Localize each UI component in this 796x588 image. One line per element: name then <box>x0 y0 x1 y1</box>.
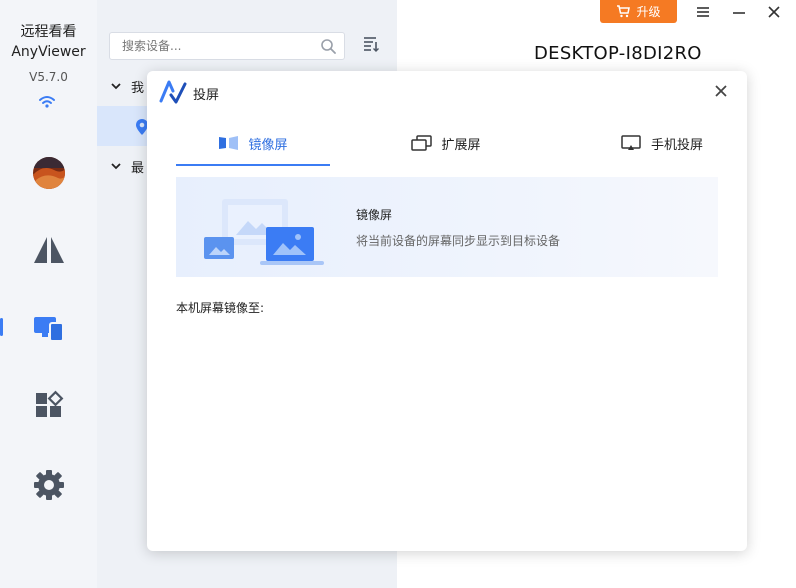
chevron-down-icon <box>111 83 121 90</box>
nav-settings[interactable] <box>0 459 97 511</box>
mirror-screen-icon <box>219 136 239 150</box>
avatar <box>32 157 65 189</box>
nav-connect[interactable] <box>0 224 97 276</box>
tab-phone-cast[interactable]: 手机投屏 <box>587 121 737 165</box>
sort-icon[interactable] <box>363 36 379 52</box>
tab-label: 手机投屏 <box>650 137 703 153</box>
upgrade-button[interactable]: 升级 <box>600 0 677 23</box>
minimize-icon <box>733 12 745 14</box>
upgrade-label: 升级 <box>636 5 661 19</box>
wifi-icon <box>39 96 55 108</box>
anyviewer-logo-icon <box>159 80 187 104</box>
chevron-down-icon <box>111 163 121 170</box>
hamburger-icon <box>697 7 709 17</box>
banner-title: 镜像屏 <box>356 208 393 222</box>
devices-icon <box>33 317 64 342</box>
mirror-target-label: 本机屏幕镜像至: <box>176 301 265 315</box>
screen-cast-dialog: 投屏 镜像屏 扩展屏 手机投屏 镜像屏 将当前设备的屏幕同步显示到目标设备 本机… <box>147 71 747 551</box>
nav-apps[interactable] <box>0 380 97 432</box>
app-name-cn: 远程看看 <box>20 24 77 40</box>
search-input[interactable] <box>120 38 314 54</box>
app-name: 远程看看 AnyViewer <box>0 22 97 62</box>
tab-label: 镜像屏 <box>248 137 288 153</box>
tab-mirror-screen[interactable]: 镜像屏 <box>176 121 330 165</box>
gear-icon <box>33 470 64 500</box>
mirror-illustration <box>204 199 324 265</box>
menu-button[interactable] <box>693 2 713 22</box>
minimize-button[interactable] <box>729 2 749 22</box>
cart-icon <box>617 5 631 18</box>
banner-description: 将当前设备的屏幕同步显示到目标设备 <box>356 234 561 248</box>
mirror-info-banner: 镜像屏 将当前设备的屏幕同步显示到目标设备 <box>176 177 718 277</box>
extend-screen-icon <box>411 135 433 151</box>
close-icon <box>768 6 780 18</box>
search-icon[interactable] <box>320 38 336 54</box>
dialog-title: 投屏 <box>193 88 220 103</box>
close-window-button[interactable] <box>764 2 784 22</box>
connect-icon <box>33 237 64 263</box>
tab-extend-screen[interactable]: 扩展屏 <box>381 121 511 165</box>
app-version: V5.7.0 <box>29 70 68 84</box>
search-box[interactable] <box>109 32 345 60</box>
close-icon[interactable] <box>713 83 729 99</box>
tab-label: 扩展屏 <box>441 137 481 153</box>
apps-icon <box>35 390 63 417</box>
device-name-title: DESKTOP-I8DI2RO <box>534 43 702 64</box>
active-tab-underline <box>176 164 330 166</box>
nav-avatar[interactable] <box>0 147 97 199</box>
nav-devices[interactable] <box>0 302 97 354</box>
phone-cast-icon <box>621 135 641 150</box>
app-name-en: AnyViewer <box>11 44 86 60</box>
group-label: 我 <box>131 80 145 96</box>
app-sidebar: 远程看看 AnyViewer V5.7.0 <box>0 0 97 588</box>
group-label: 最 <box>131 160 145 176</box>
